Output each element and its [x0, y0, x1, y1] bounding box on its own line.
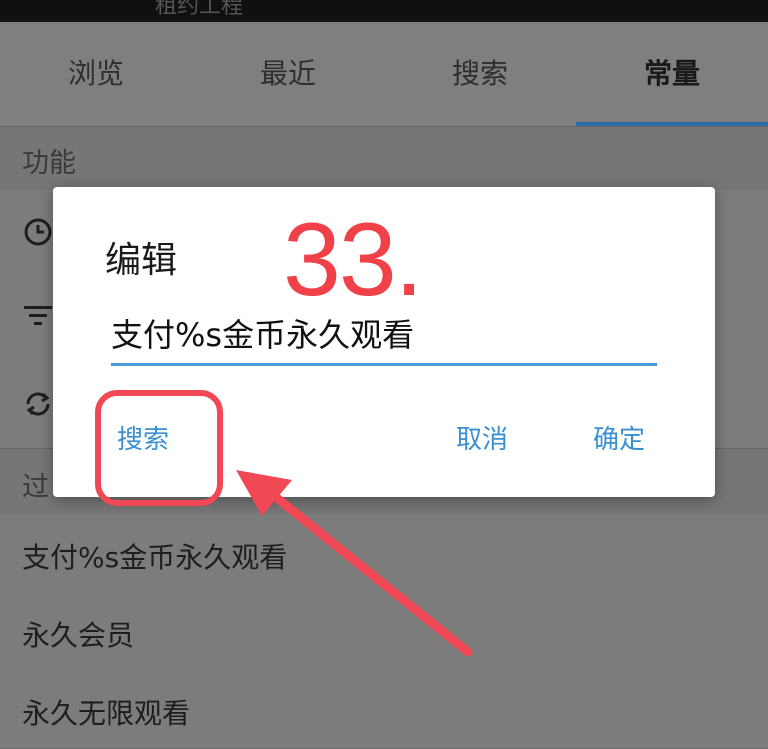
annotation-arrow-icon: [236, 470, 473, 657]
